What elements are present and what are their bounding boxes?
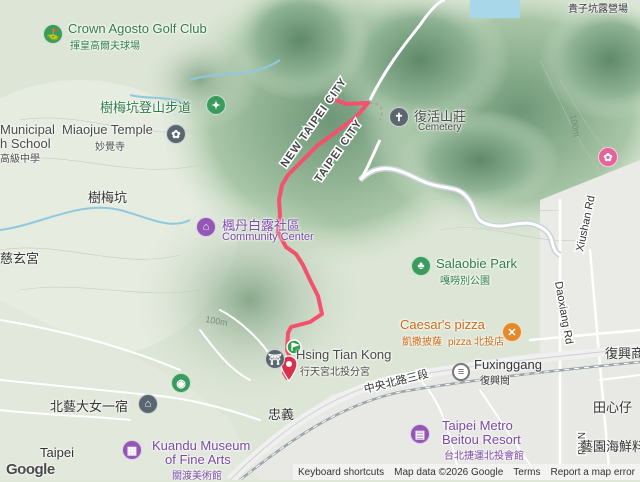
museum-name-2[interactable]: of Fine Arts: [165, 452, 231, 467]
cemetery-subname: Cemetery: [418, 122, 462, 133]
fuxinggang-station-name[interactable]: Fuxinggang: [474, 357, 542, 372]
resort-icon[interactable]: ▤: [410, 424, 430, 444]
pizza-name[interactable]: Caesar's pizza: [400, 317, 485, 332]
school-name-1[interactable]: Municipal: [0, 122, 55, 137]
museum-name-1[interactable]: Kuandu Museum: [152, 438, 250, 453]
temple-icon[interactable]: ✿: [166, 124, 186, 144]
golf-club-icon[interactable]: ⛳: [43, 24, 63, 44]
trail-name[interactable]: 樹梅坑登山步道: [100, 97, 191, 116]
fuxing-label: 復興商: [605, 346, 640, 361]
zhongyi-label: 忠義: [268, 407, 295, 422]
restaurant-label[interactable]: 藝園海鮮料: [580, 436, 640, 455]
temple-name[interactable]: Miaojue Temple: [62, 122, 153, 137]
resort-subname: 台北捷運北投會館: [444, 451, 524, 462]
attribution-bar: Keyboard shortcuts Map data ©2026 Google…: [292, 464, 640, 480]
resort-name-1[interactable]: Taipei Metro: [442, 418, 513, 433]
google-logo-text: Google: [6, 461, 55, 478]
cemetery-icon[interactable]: ✝: [389, 107, 409, 127]
green-poi-icon[interactable]: ◉: [171, 373, 191, 393]
school-name-2[interactable]: h School: [0, 136, 51, 151]
tianxinzi-label: 田心仔: [593, 400, 633, 415]
cixuan-label[interactable]: 慈玄宮: [0, 248, 39, 267]
xingtian-temple-name[interactable]: Hsing Tian Kong: [296, 347, 391, 362]
campsite-label[interactable]: 貴子坑露營場: [568, 0, 628, 15]
restaurant-icon[interactable]: ✕: [502, 322, 522, 342]
school-subname: 高級中學: [0, 154, 40, 165]
report-error-link[interactable]: Report a map error: [546, 467, 640, 478]
museum-icon[interactable]: ▦: [122, 440, 142, 460]
hiking-icon[interactable]: ✦: [206, 95, 226, 115]
train-station-icon[interactable]: ≡: [452, 363, 470, 381]
dorm-icon[interactable]: ⌂: [138, 394, 158, 414]
xingtian-temple-subname: 行天宮北投分宮: [300, 367, 370, 378]
park-icon[interactable]: ♣: [411, 256, 431, 276]
taipei-label: Taipei: [40, 445, 74, 460]
dorm-label[interactable]: 北藝大女一宿: [50, 396, 128, 415]
terms-link[interactable]: Terms: [508, 467, 545, 478]
park-name[interactable]: Salaobie Park: [436, 256, 517, 271]
golf-club-name[interactable]: Crown Agosto Golf Club: [68, 21, 207, 36]
golf-club-subname: 揮皇高爾夫球場: [70, 41, 140, 52]
flower-poi-icon[interactable]: ✿: [598, 147, 618, 167]
park-subname: 嘎嘮別公園: [440, 276, 490, 287]
community-center-icon[interactable]: ⌂: [196, 217, 216, 237]
keyboard-shortcuts-link[interactable]: Keyboard shortcuts: [293, 467, 389, 478]
shumeikeng-label: 樹梅坑: [88, 190, 128, 205]
temple-subname: 妙覺寺: [95, 142, 125, 153]
community-center-subname: Community Center: [222, 231, 314, 243]
map-data-text: Map data ©2026 Google: [394, 466, 504, 478]
pizza-subname-2: pizza 北投店: [448, 337, 505, 348]
xingtian-temple-icon[interactable]: ⛩: [265, 349, 285, 369]
fuxinggang-station-subname: 復興崗: [480, 376, 510, 387]
resort-name-2[interactable]: Beitou Resort: [442, 432, 521, 447]
google-logo: Google: [6, 461, 55, 478]
pizza-subname: 凱撒披薩: [402, 337, 442, 348]
